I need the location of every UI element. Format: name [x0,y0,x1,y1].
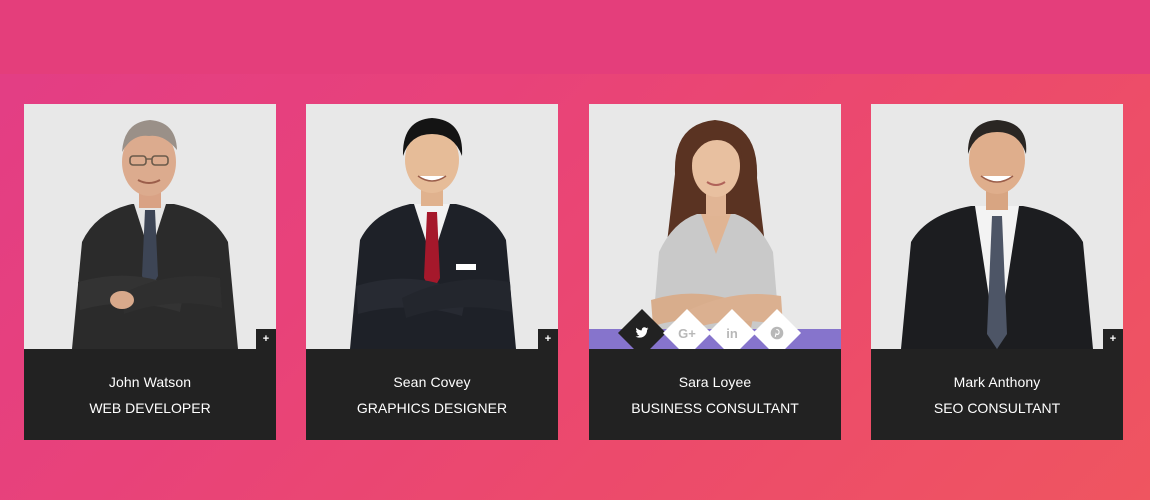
member-role: WEB DEVELOPER [89,400,211,416]
team-card-sara-loyee[interactable]: G+ in Sara Loyee BUSINESS CONSULTANT [589,104,841,440]
expand-button[interactable]: + [256,329,276,349]
twitter-icon [625,316,659,349]
team-grid: + John Watson WEB DEVELOPER + Sean Covey… [24,104,1124,440]
social-icons: G+ in [589,304,841,349]
expand-button[interactable]: + [1103,329,1123,349]
member-name: Mark Anthony [953,374,1041,390]
linkedin-button[interactable]: in [707,308,757,349]
member-name: Sean Covey [393,374,471,390]
member-role: BUSINESS CONSULTANT [631,400,799,416]
header-band [0,0,1150,74]
member-photo: + [871,104,1123,349]
google-plus-button[interactable]: G+ [662,308,712,349]
team-card-mark-anthony[interactable]: + Mark Anthony SEO CONSULTANT [871,104,1123,440]
expand-button[interactable]: + [538,329,558,349]
team-card-john-watson[interactable]: + John Watson WEB DEVELOPER [24,104,276,440]
member-photo: G+ in [589,104,841,349]
pinterest-button[interactable] [752,308,802,349]
member-photo: + [24,104,276,349]
member-name: John Watson [108,374,192,390]
linkedin-icon: in [726,325,738,341]
team-card-sean-covey[interactable]: + Sean Covey GRAPHICS DESIGNER [306,104,558,440]
member-name: Sara Loyee [678,374,752,390]
google-plus-icon: G+ [678,325,696,341]
pinterest-icon [760,316,794,349]
member-photo: + [306,104,558,349]
member-role: GRAPHICS DESIGNER [356,400,508,416]
twitter-button[interactable] [617,308,667,349]
member-role: SEO CONSULTANT [933,400,1061,416]
